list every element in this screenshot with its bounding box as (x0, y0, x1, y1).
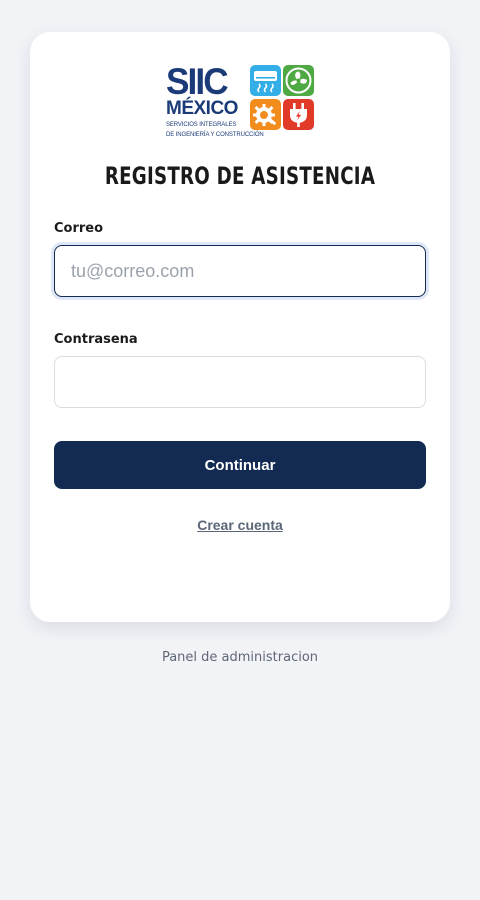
logo-tagline-line2: DE INGENIERÍA Y CONSTRUCCIÓN (166, 132, 264, 138)
continue-button[interactable]: Continuar (54, 441, 426, 489)
admin-panel-link[interactable]: Panel de administracion (0, 650, 480, 665)
logo-subname: MÉXICO (166, 98, 238, 119)
password-label: Contrasena (54, 332, 138, 347)
gear-wrench-icon (250, 99, 281, 130)
email-field[interactable] (54, 245, 426, 297)
company-logo: SIIC MÉXICO SERVICIOS INTEGRALES DE INGE… (166, 61, 316, 141)
logo-tagline-line1: SERVICIOS INTEGRALES (166, 122, 237, 128)
email-label: Correo (54, 221, 104, 236)
create-account-link[interactable]: Crear cuenta (30, 517, 450, 533)
power-plug-icon (283, 99, 314, 130)
air-conditioner-icon (250, 65, 281, 96)
password-field[interactable] (54, 356, 426, 408)
login-card: SIIC MÉXICO SERVICIOS INTEGRALES DE INGE… (30, 32, 450, 622)
page-title: REGISTRO DE ASISTENCIA (104, 162, 376, 190)
fan-icon (283, 65, 314, 96)
logo-name: SIIC (166, 61, 229, 102)
